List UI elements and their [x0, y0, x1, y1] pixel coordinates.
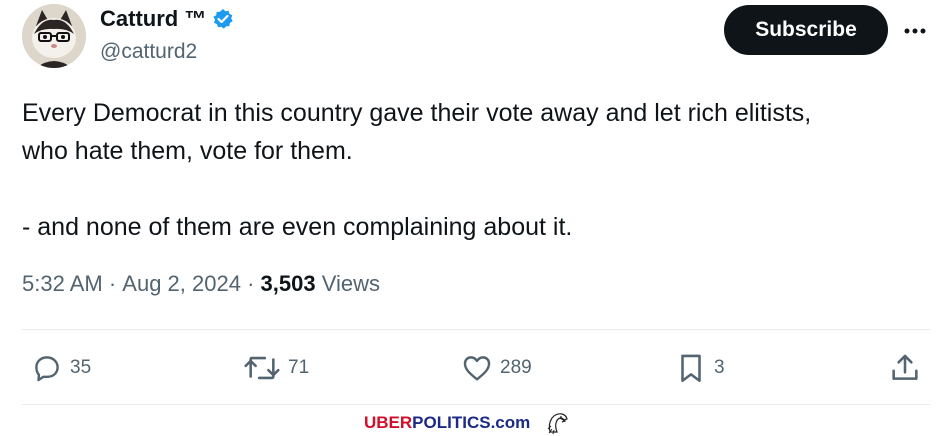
bookmark-button[interactable]: 3 [674, 348, 725, 388]
meta-separator: · [240, 271, 261, 296]
avatar[interactable] [22, 4, 86, 68]
watermark-part: POLITICS [412, 413, 491, 432]
action-bar: 35 71 289 3 [0, 348, 940, 388]
more-horizontal-icon [904, 28, 926, 34]
like-count: 289 [500, 357, 532, 378]
verified-badge-icon [212, 8, 234, 30]
tweet-meta: 5:32 AM · Aug 2, 2024 · 3,503 Views [22, 271, 380, 297]
tweet-time[interactable]: 5:32 AM [22, 271, 103, 297]
tweet-line: - and none of them are even complaining … [22, 213, 573, 241]
watermark-text: UBERPOLITICS.com [364, 413, 530, 433]
repost-count: 71 [288, 357, 310, 378]
author-handle[interactable]: @catturd2 [100, 40, 197, 64]
cat-avatar-icon [22, 4, 86, 68]
eagle-logo-icon [547, 413, 568, 435]
share-button[interactable] [888, 348, 922, 388]
bookmark-icon [681, 354, 701, 383]
watermark-part: .com [490, 413, 531, 432]
bookmark-count: 3 [714, 357, 725, 378]
heart-icon [463, 356, 491, 381]
watermark: UBERPOLITICS.com [364, 410, 570, 436]
repost-icon [244, 356, 280, 380]
divider [22, 329, 930, 330]
tweet-line: who hate them, vote for them. [22, 137, 353, 165]
subscribe-button[interactable]: Subscribe [724, 5, 888, 55]
watermark-part: UBER [364, 413, 413, 432]
reply-count: 35 [70, 357, 92, 378]
tweet-text: Every Democrat in this country gave thei… [22, 94, 922, 246]
views-count: 3,503 [260, 271, 316, 296]
tweet-line: Every Democrat in this country gave thei… [22, 99, 812, 127]
divider [22, 404, 930, 405]
like-button[interactable]: 289 [460, 348, 532, 388]
reply-icon [35, 356, 59, 382]
author-name-row[interactable]: Catturd ™ [100, 6, 234, 32]
author-display-name[interactable]: Catturd ™ [100, 6, 206, 32]
share-icon [892, 354, 918, 380]
views-label: Views [315, 271, 380, 296]
tweet-date[interactable]: Aug 2, 2024 [122, 271, 241, 297]
more-options-button[interactable] [900, 16, 930, 46]
reply-button[interactable]: 35 [30, 348, 91, 388]
meta-separator: · [102, 271, 123, 296]
repost-button[interactable]: 71 [242, 348, 309, 388]
